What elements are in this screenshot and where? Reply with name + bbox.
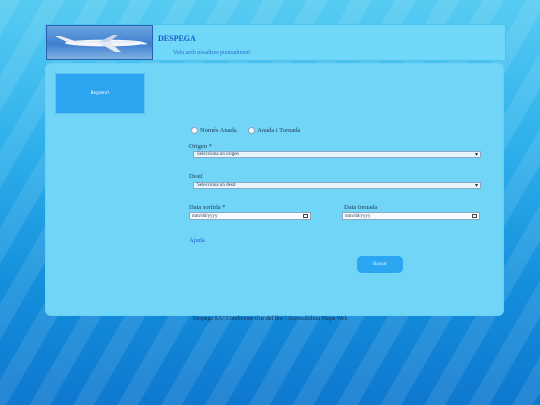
origin-select[interactable]: Selecciona un origen ▾ (193, 151, 481, 158)
calendar-icon (472, 214, 477, 218)
return-date-input[interactable]: mm/dd/yyyy (342, 212, 480, 220)
airplane-icon (55, 35, 148, 52)
search-button[interactable]: Buscar (357, 256, 403, 273)
radio-round-trip[interactable]: Anada i Tornada (248, 127, 300, 134)
return-label: Data tornada (344, 204, 378, 211)
calendar-icon (303, 214, 308, 218)
chevron-down-icon: ▾ (474, 152, 478, 158)
register-button[interactable]: Registra't (55, 73, 145, 114)
departure-date-value: mm/dd/yyyy (192, 214, 218, 219)
origin-label: Origen * (189, 143, 212, 150)
destination-select-value: Selecciona un destí (197, 183, 236, 188)
destination-label: Destí (189, 173, 203, 180)
brand-title: DESPEGA (158, 34, 196, 43)
airplane-logo[interactable] (46, 25, 153, 60)
chevron-down-icon: ▾ (474, 183, 478, 189)
trip-type-group: Només Anada Anada i Tornada (191, 127, 310, 136)
radio-one-way-label: Només Anada (200, 127, 237, 134)
main-panel: Registra't Només Anada Anada i Tornada O… (45, 63, 504, 316)
radio-circle-icon (191, 127, 198, 134)
origin-select-value: Selecciona un origen (197, 152, 239, 157)
radio-round-trip-label: Anada i Tornada (257, 127, 301, 134)
radio-circle-icon (248, 127, 256, 134)
radio-one-way[interactable]: Només Anada (191, 127, 237, 134)
destination-select[interactable]: Selecciona un destí ▾ (193, 182, 481, 189)
footer-links[interactable]: Despega SA | Condicions d'us del lloc | … (0, 316, 540, 322)
site-header: DESPEGA Vola amb nosaltres puntualment (45, 24, 506, 61)
departure-label: Data sortida * (189, 204, 226, 211)
help-link[interactable]: Ajuda (189, 237, 205, 244)
departure-date-input[interactable]: mm/dd/yyyy (189, 212, 311, 220)
return-date-value: mm/dd/yyyy (345, 214, 371, 219)
brand-slogan: Vola amb nosaltres puntualment (173, 50, 251, 56)
